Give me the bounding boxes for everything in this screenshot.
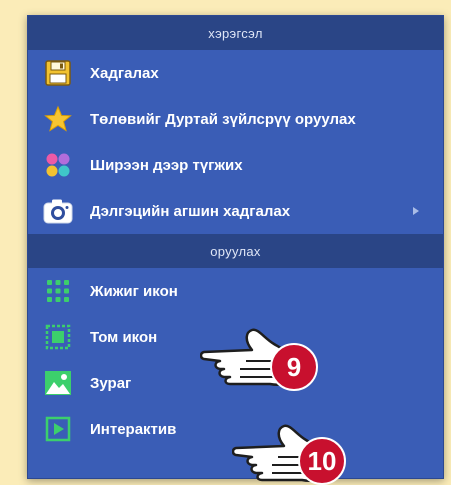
menu-item-label: Хадгалах bbox=[90, 64, 159, 82]
star-icon bbox=[40, 104, 76, 134]
menu-item-save[interactable]: Хадгалах bbox=[28, 50, 443, 96]
callout-badge-10: 10 bbox=[298, 437, 346, 485]
menu-item-pin-desktop[interactable]: Ширээн дээр түгжих bbox=[28, 142, 443, 188]
menu-item-label: Зураг bbox=[90, 374, 132, 392]
menu-item-label: Дэлгэцийн агшин хадгалах bbox=[90, 202, 291, 220]
save-icon bbox=[40, 58, 76, 88]
menu-item-large-icon[interactable]: Том икон bbox=[28, 314, 443, 360]
menu-item-label: Интерактив bbox=[90, 420, 177, 438]
play-icon bbox=[40, 414, 76, 444]
image-icon bbox=[40, 368, 76, 398]
section-header-tools: хэрэгсэл bbox=[28, 16, 443, 50]
menu-item-small-icon[interactable]: Жижиг икон bbox=[28, 268, 443, 314]
menu-item-interactive[interactable]: Интерактив bbox=[28, 406, 443, 452]
submenu-arrow-icon bbox=[413, 207, 419, 215]
menu-item-add-favorite[interactable]: Төлөвийг Дуртай зүйлсрүү оруулах bbox=[28, 96, 443, 142]
large-icon-icon bbox=[40, 322, 76, 352]
menu-item-label: Төлөвийг Дуртай зүйлсрүү оруулах bbox=[90, 110, 356, 128]
menu-item-label: Жижиг икон bbox=[90, 282, 178, 300]
menu-item-image[interactable]: Зураг bbox=[28, 360, 443, 406]
menu-item-label: Том икон bbox=[90, 328, 158, 346]
section-header-insert: оруулах bbox=[28, 234, 443, 268]
camera-icon bbox=[40, 196, 76, 226]
palette-dots-icon bbox=[40, 150, 76, 180]
menu-item-label: Ширээн дээр түгжих bbox=[90, 156, 243, 174]
callout-badge-9: 9 bbox=[270, 343, 318, 391]
menu-item-screenshot[interactable]: Дэлгэцийн агшин хадгалах bbox=[28, 188, 443, 234]
small-icons-grid-icon bbox=[40, 276, 76, 306]
context-menu: хэрэгсэл Хадгалах Төлөвийг Дуртай зүйлср… bbox=[27, 15, 444, 479]
